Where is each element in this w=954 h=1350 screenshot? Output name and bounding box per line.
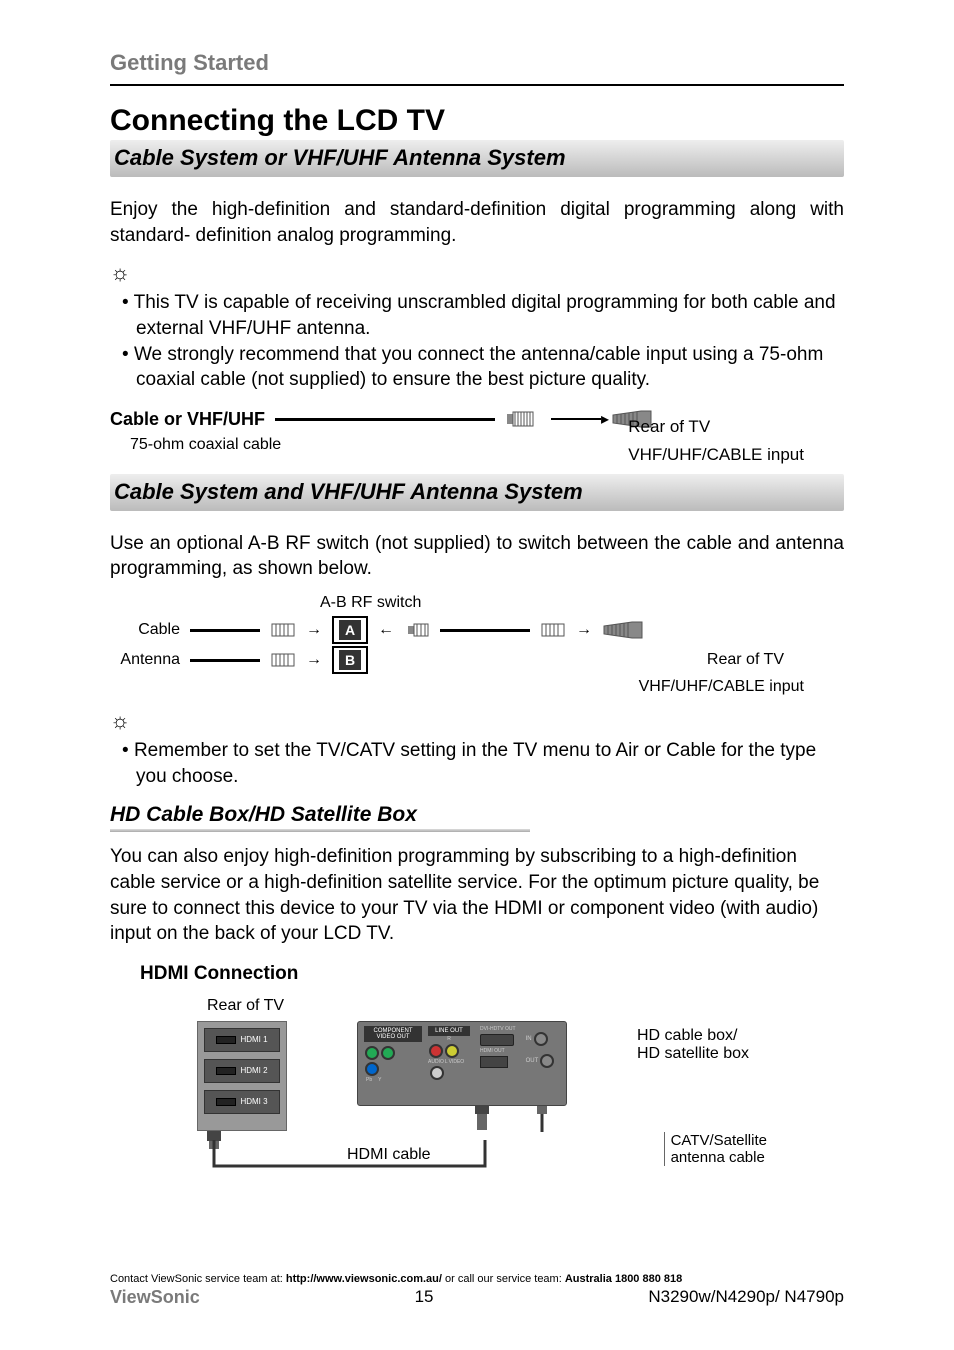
catv-label: CATV/Satellite antenna cable [664, 1132, 767, 1166]
bullet-text: We strongly recommend that you connect t… [134, 344, 823, 391]
section-title-2: Cable System and VHF/UHF Antenna System [114, 479, 834, 505]
model-numbers: N3290w/N4290p/ N4790p [648, 1287, 844, 1308]
footer-phone: Australia 1800 880 818 [565, 1273, 682, 1285]
audio-r-port [429, 1044, 443, 1058]
cable-vhf-label: Cable or VHF/UHF [110, 409, 265, 430]
divider [110, 84, 844, 86]
arrow-icon: ← [378, 621, 394, 639]
note-icon: ☼ [110, 260, 844, 286]
pb-port [365, 1046, 379, 1060]
coax-label: 75-ohm coaxial cable [130, 436, 281, 454]
hdmi-cable-label: HDMI cable [347, 1146, 431, 1164]
y-port [381, 1046, 395, 1060]
cable-row-label: Cable [110, 621, 180, 639]
section2-bullet: • Remember to set the TV/CATV setting in… [110, 738, 844, 789]
section-bar-2: Cable System and VHF/UHF Antenna System [110, 474, 844, 511]
hdmi-heading: HDMI Connection [140, 963, 844, 985]
footer: Contact ViewSonic service team at: http:… [0, 1273, 954, 1308]
switch-b-label: B [339, 650, 361, 670]
diagram-1: Cable or VHF/UHF ▸ 75-ohm coaxial cable … [110, 409, 844, 454]
antenna-plug-icon [404, 622, 430, 638]
chapter-title: Getting Started [110, 50, 844, 76]
coax-icon [540, 622, 566, 638]
hdmi-out-port [480, 1056, 508, 1068]
note-icon: ☼ [110, 708, 844, 734]
footer-url: http://www.viewsonic.com.au/ [286, 1273, 442, 1285]
footer-contact-2: or call our service team: [442, 1273, 565, 1285]
cable-line [190, 629, 260, 632]
coax-icon [270, 622, 296, 638]
hdmi-diagram: Rear of TV HDMI 1 HDMI 2 HDMI 3 COMPONEN… [197, 997, 757, 1185]
bullet-text: Remember to set the TV/CATV setting in t… [134, 740, 816, 787]
arrow-line: ▸ [551, 418, 601, 420]
hdmi-port-1: HDMI 1 [204, 1028, 280, 1052]
main-title: Connecting the LCD TV [110, 104, 844, 138]
switch-box-b: B [332, 646, 368, 674]
switch-a-label: A [339, 620, 361, 640]
footer-contact-1: Contact ViewSonic service team at: [110, 1273, 286, 1285]
line-out-label: LINE OUT [428, 1026, 470, 1036]
section1-intro: Enjoy the high-definition and standard-d… [110, 197, 844, 248]
bullet-text: This TV is capable of receiving unscramb… [134, 292, 836, 339]
footer-brand: ViewSonic [110, 1287, 200, 1308]
section-title-3: HD Cable Box/HD Satellite Box [110, 803, 844, 827]
section-bar-1: Cable System or VHF/UHF Antenna System [110, 140, 844, 177]
dvi-port [480, 1034, 514, 1046]
hd-box-panel: COMPONENT VIDEO OUT PbY [357, 1021, 567, 1134]
dvi-label: DVI-HDTV OUT [480, 1026, 516, 1032]
section3-underline [110, 829, 530, 832]
hdmi-out-label: HDMI OUT [480, 1048, 516, 1054]
diagram1-right-labels: Rear of TV VHF/UHF/CABLE input [628, 417, 804, 465]
diagram-2: A-B RF switch Cable → A ← → Antenna → B … [110, 594, 844, 696]
tv-input-icon [602, 620, 646, 640]
cable-line [190, 659, 260, 662]
section-title-1: Cable System or VHF/UHF Antenna System [114, 145, 834, 171]
coax-plug-icon [533, 1102, 553, 1134]
rear-tv-label-2: Rear of TV [707, 651, 784, 669]
input-label: VHF/UHF/CABLE input [628, 445, 804, 465]
antenna-row-label: Antenna [110, 651, 180, 669]
section3-intro: You can also enjoy high-definition progr… [110, 844, 844, 947]
coax-out-port [540, 1054, 554, 1068]
video-port [445, 1044, 459, 1058]
tv-rear-panel: HDMI 1 HDMI 2 HDMI 3 [197, 1021, 287, 1158]
arrow-icon: → [306, 651, 322, 669]
switch-box-a: A [332, 616, 368, 644]
arrow-icon: → [306, 621, 322, 639]
arrow-icon: → [576, 621, 592, 639]
hdmi-plug-icon [467, 1102, 497, 1134]
component-out-label: COMPONENT VIDEO OUT [364, 1026, 422, 1042]
pr-port [365, 1062, 379, 1076]
page-number: 15 [415, 1287, 434, 1308]
switch-label: A-B RF switch [320, 594, 844, 612]
coax-connector-icon [505, 410, 541, 428]
audio-l-port [430, 1066, 444, 1080]
section1-bullet-1: • This TV is capable of receiving unscra… [110, 290, 844, 341]
cable-line [275, 418, 495, 421]
section1-bullet-2: • We strongly recommend that you connect… [110, 342, 844, 393]
cable-line [440, 629, 530, 632]
hdmi-port-3: HDMI 3 [204, 1090, 280, 1114]
coax-icon [270, 652, 296, 668]
hd-box-label: HD cable box/ HD satellite box [637, 1027, 749, 1063]
rear-tv-label: Rear of TV [628, 417, 804, 437]
coax-in-port [534, 1032, 548, 1046]
hdmi-port-2: HDMI 2 [204, 1059, 280, 1083]
rear-tv-label-3: Rear of TV [207, 997, 757, 1015]
section2-intro: Use an optional A-B RF switch (not suppl… [110, 531, 844, 582]
input-label-2: VHF/UHF/CABLE input [110, 678, 844, 696]
